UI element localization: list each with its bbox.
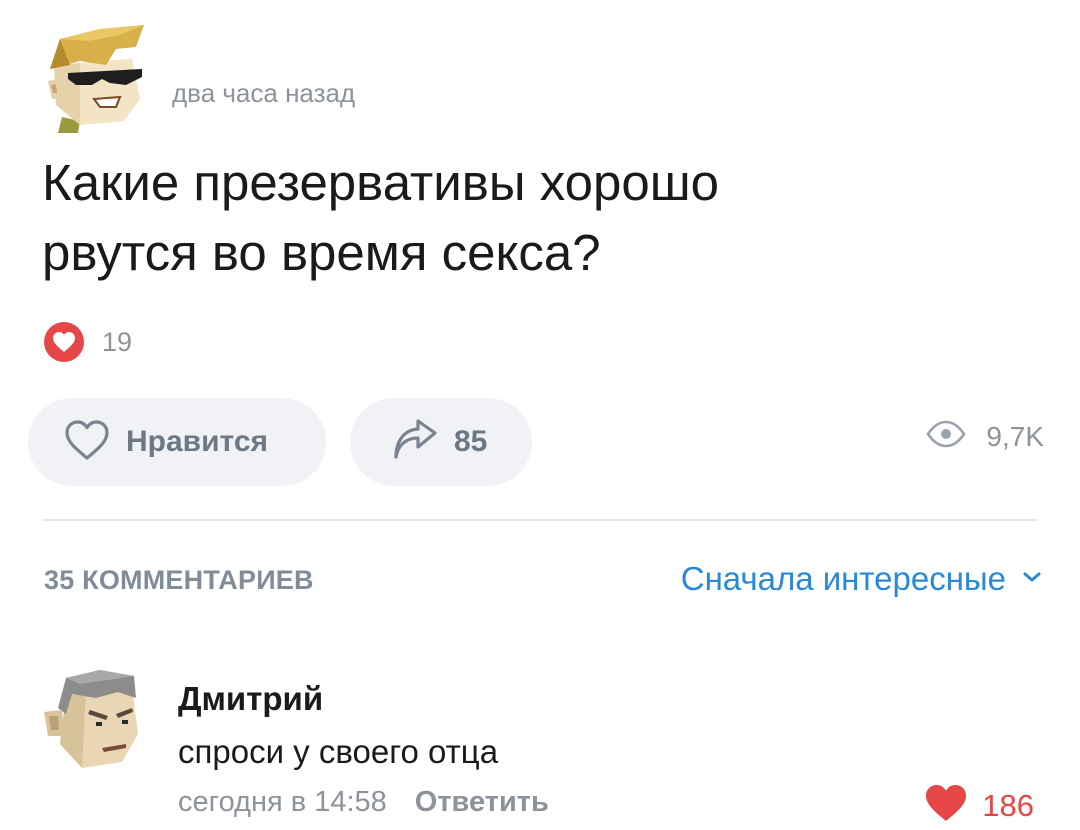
comment-author-avatar[interactable] [36,664,146,772]
comment-timestamp: сегодня в 14:58 [178,786,387,818]
post-screen: два часа назад Какие презервативы хорошо… [0,0,1080,830]
like-button-label: Нравится [126,425,269,458]
heart-filled-icon [924,783,968,828]
comments-sort-dropdown[interactable]: Сначала интересные [681,560,1042,598]
post-timestamp: два часа назад [172,78,356,108]
post-author-avatar[interactable] [40,25,152,133]
comment-meta: сегодня в 14:58 Ответить [178,786,549,819]
comment-like-button[interactable]: 186 [924,783,1034,828]
heart-reaction-icon [44,322,84,362]
share-arrow-icon [392,418,438,466]
comment-author-name[interactable]: Дмитрий [178,680,323,718]
comments-count: 35 КОММЕНТАРИЕВ [44,565,314,595]
share-button[interactable]: 85 [350,398,532,486]
like-button[interactable]: Нравится [28,398,326,486]
views-counter: 9,7K [926,420,1044,453]
reaction-count: 19 [102,326,133,357]
share-count: 85 [454,425,488,458]
post-text-line: Какие презервативы хорошо [42,154,719,211]
sort-label: Сначала интересные [680,560,1006,597]
chevron-down-icon [1022,570,1042,589]
post-text: Какие презервативы хорошо рвутся во врем… [42,148,1002,288]
reactions-summary[interactable]: 19 [44,322,132,362]
reply-button[interactable]: Ответить [415,786,549,819]
views-count: 9,7K [986,420,1044,452]
comment-text: спроси у своего отца [178,733,499,770]
eye-icon [926,420,966,453]
divider [42,519,1038,521]
comment-like-count: 186 [982,787,1034,823]
post-text-line: рвутся во время секса? [42,224,601,281]
heart-outline-icon [64,419,110,466]
